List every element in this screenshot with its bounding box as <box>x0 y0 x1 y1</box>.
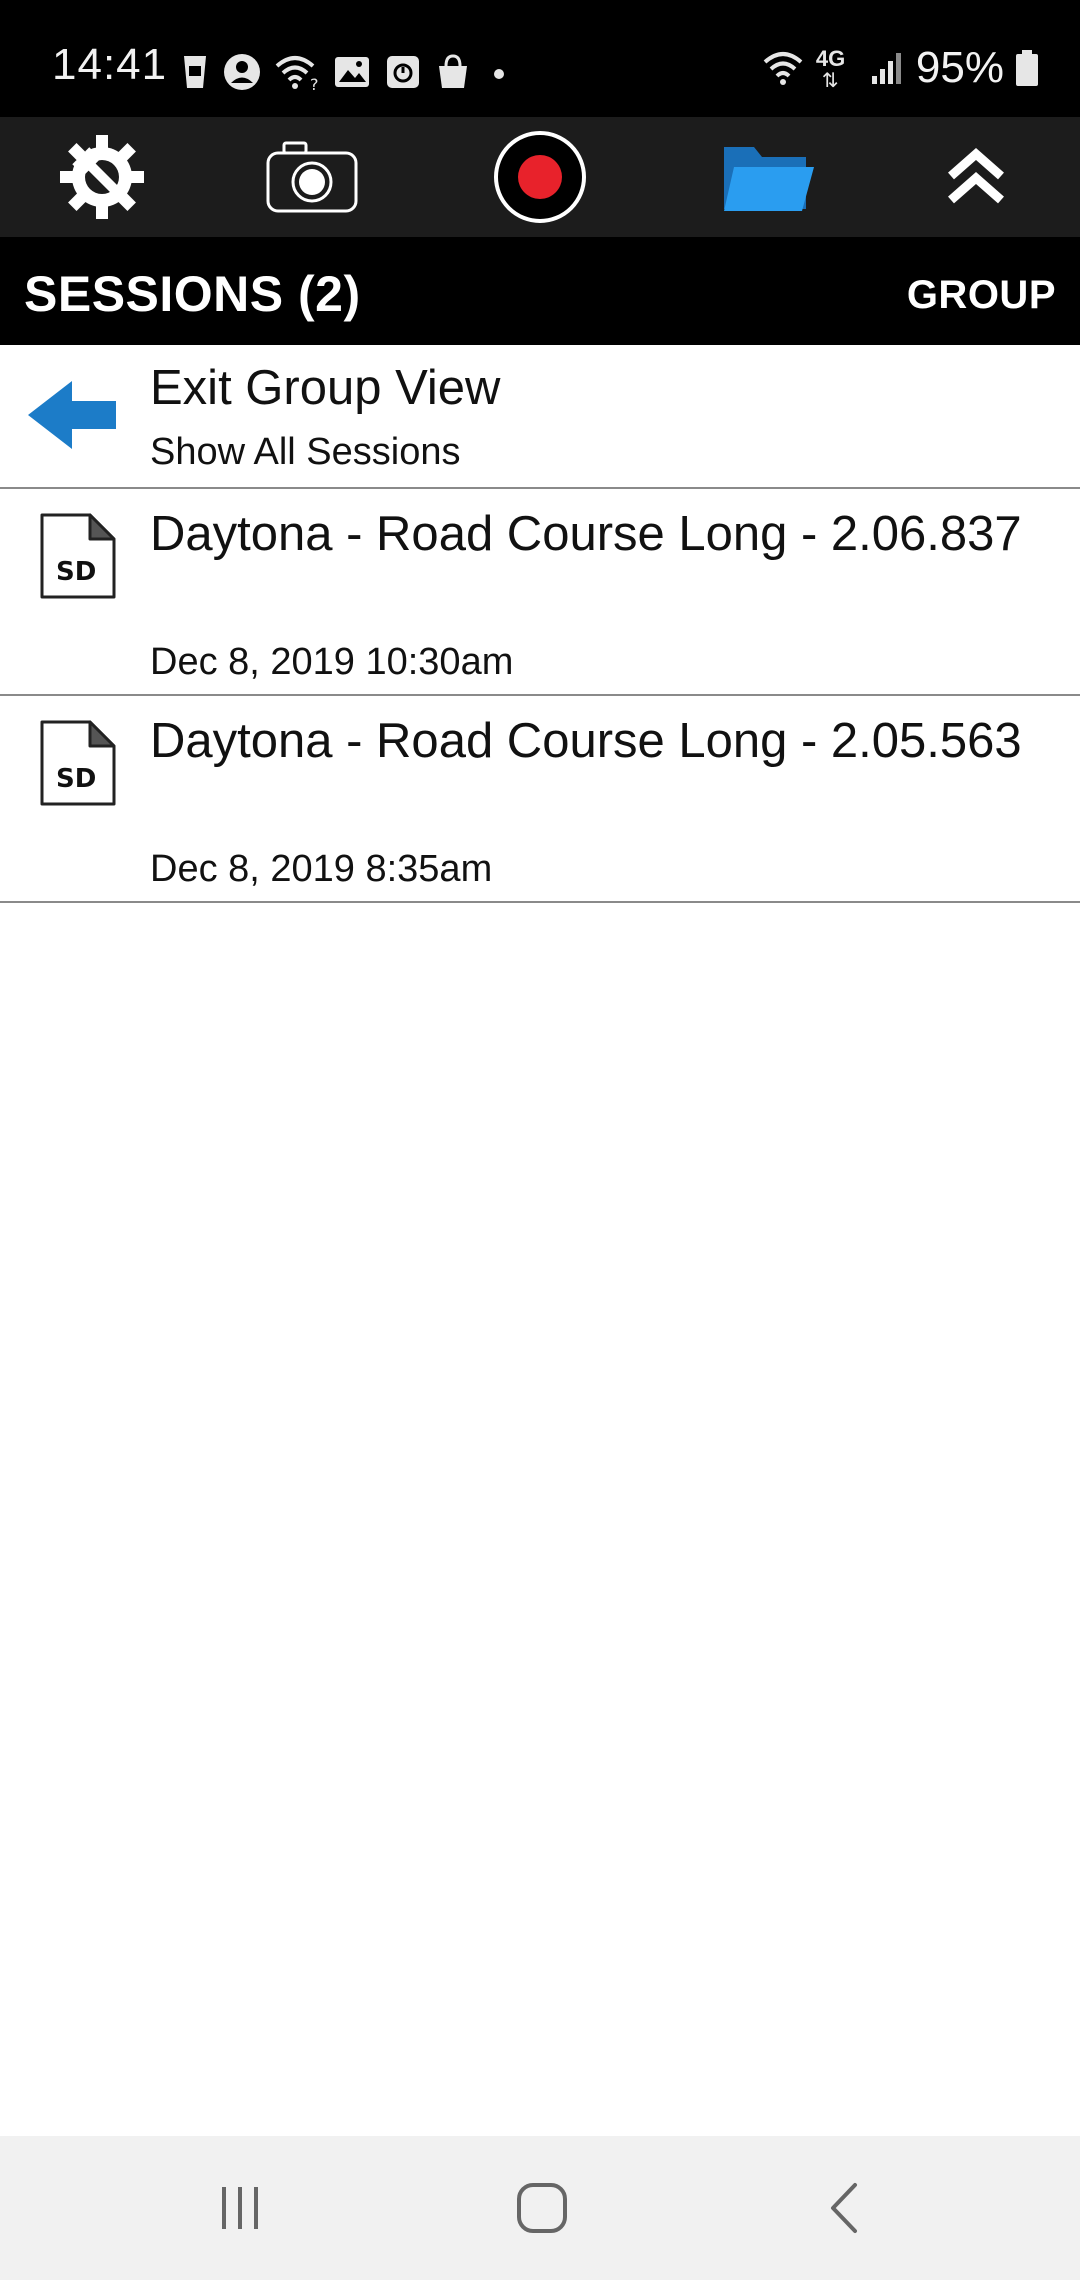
account-icon <box>224 54 260 90</box>
sd-label: SD <box>56 764 96 794</box>
lte-4g-icon: 4G ⇅ <box>815 46 846 92</box>
collapse-chevrons-icon <box>948 148 1004 204</box>
camera-button[interactable] <box>232 117 392 237</box>
home-icon <box>517 2183 567 2233</box>
exit-group-view-subtitle: Show All Sessions <box>150 431 461 473</box>
back-arrow-icon <box>28 381 116 449</box>
home-button[interactable] <box>462 2158 622 2258</box>
back-button[interactable] <box>765 2158 925 2258</box>
shopping-bag-icon <box>439 54 467 88</box>
battery-percent: 95% <box>915 43 1004 92</box>
session-title: Daytona - Road Course Long - 2.06.837 <box>150 507 1022 561</box>
dot-icon <box>494 69 504 79</box>
sessions-header: SESSIONS (2) GROUP <box>0 237 1080 345</box>
status-time: 14:41 <box>52 40 168 89</box>
session-date: Dec 8, 2019 10:30am <box>150 641 514 683</box>
collapse-button[interactable] <box>896 117 1056 237</box>
settings-wrench-gear-icon <box>60 135 144 219</box>
group-button[interactable]: GROUP <box>907 273 1056 318</box>
page-title: SESSIONS (2) <box>24 266 361 322</box>
status-system-icons: 4G ⇅ 95% <box>762 40 1040 96</box>
svg-text:?: ? <box>310 75 319 92</box>
exit-group-view-row[interactable]: Exit Group View Show All Sessions <box>0 345 1080 489</box>
back-icon <box>831 2183 857 2233</box>
main-toolbar <box>0 117 1080 237</box>
session-row[interactable]: SD Daytona - Road Course Long - 2.06.837… <box>0 489 1080 696</box>
exit-group-view-title: Exit Group View <box>150 361 501 415</box>
camera-icon <box>266 141 358 213</box>
record-button[interactable] <box>460 117 620 237</box>
sd-label: SD <box>56 557 96 587</box>
settings-button[interactable] <box>22 117 182 237</box>
wifi-question-icon: ? <box>275 56 319 92</box>
status-notification-icons: ? <box>180 44 514 100</box>
folder-icon <box>724 147 814 211</box>
sd-file-icon: SD <box>40 513 116 599</box>
signal-icon <box>871 53 901 84</box>
timer-app-icon <box>387 56 419 88</box>
session-row[interactable]: SD Daytona - Road Course Long - 2.05.563… <box>0 696 1080 903</box>
recent-apps-button[interactable] <box>160 2158 320 2258</box>
recent-apps-icon <box>222 2187 258 2229</box>
sd-file-icon: SD <box>40 720 116 806</box>
system-nav-bar <box>0 2136 1080 2280</box>
coffee-cup-icon <box>184 56 206 88</box>
record-icon <box>494 131 586 223</box>
battery-icon <box>1016 50 1038 86</box>
wifi-icon <box>763 52 803 85</box>
session-date: Dec 8, 2019 8:35am <box>150 848 493 890</box>
image-icon <box>335 57 369 87</box>
status-bar: 14:41 ? 4G ⇅ 95% <box>0 0 1080 117</box>
session-title: Daytona - Road Course Long - 2.05.563 <box>150 714 1022 768</box>
sessions-folder-button[interactable] <box>688 117 848 237</box>
sessions-list: Exit Group View Show All Sessions SD Day… <box>0 345 1080 903</box>
